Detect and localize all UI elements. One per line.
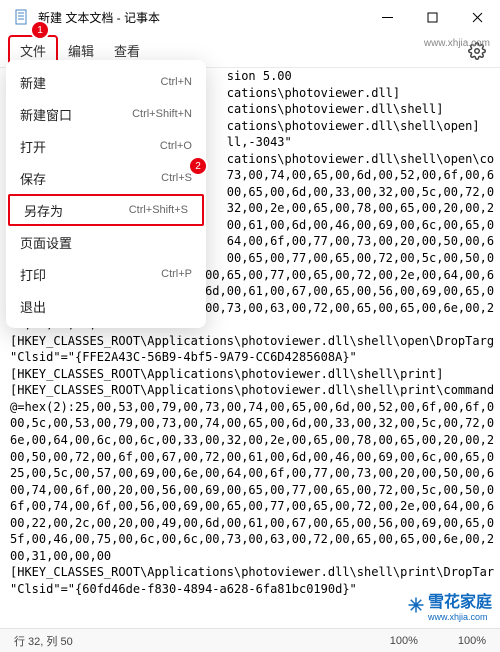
menu-item-shortcut: Ctrl+O xyxy=(160,140,192,152)
menu-item-label: 打开 xyxy=(20,137,46,156)
minimize-button[interactable] xyxy=(365,0,410,34)
app-icon xyxy=(14,9,30,25)
annotation-badge-2: 2 xyxy=(190,158,206,174)
title-bar: 新建 文本文档 - 记事本 xyxy=(0,0,500,34)
menu-item-label: 打印 xyxy=(20,265,46,284)
menu-item-label: 退出 xyxy=(20,297,46,316)
menu-item-shortcut: Ctrl+Shift+N xyxy=(132,108,192,120)
status-bar: 行 32, 列 50 100% 100% xyxy=(0,628,500,652)
menu-item-label: 另存为 xyxy=(24,201,63,220)
menu-item-label: 页面设置 xyxy=(20,233,72,252)
maximize-button[interactable] xyxy=(410,0,455,34)
file-menu-dropdown: 新建 Ctrl+N 新建窗口 Ctrl+Shift+N 打开 Ctrl+O 保存 Ctr… xyxy=(6,60,206,328)
menu-item-new-window[interactable]: 新建窗口 Ctrl+Shift+N xyxy=(6,98,206,130)
menu-item-new[interactable]: 新建 Ctrl+N xyxy=(6,66,206,98)
watermark-name: 雪花家庭 xyxy=(428,588,492,612)
window-title: 新建 文本文档 - 记事本 xyxy=(38,9,365,26)
zoom-level: 100% xyxy=(390,635,418,647)
menu-item-exit[interactable]: 退出 xyxy=(6,290,206,322)
menu-item-print[interactable]: 打印 Ctrl+P xyxy=(6,258,206,290)
snowflake-icon xyxy=(407,596,425,614)
menu-item-label: 新建 xyxy=(20,73,46,92)
menu-item-open[interactable]: 打开 Ctrl+O xyxy=(6,130,206,162)
menu-item-save-as[interactable]: 另存为 Ctrl+Shift+S xyxy=(8,194,204,226)
watermark-url: www.xhjia.com xyxy=(428,612,492,622)
menu-item-shortcut: Ctrl+P xyxy=(161,268,192,280)
menu-item-shortcut: Ctrl+N xyxy=(161,76,192,88)
zoom-level-2: 100% xyxy=(458,635,486,647)
menu-item-save[interactable]: 保存 Ctrl+S xyxy=(6,162,206,194)
cursor-position: 行 32, 列 50 xyxy=(14,633,73,649)
menu-item-shortcut: Ctrl+S xyxy=(161,172,192,184)
watermark: 雪花家庭 www.xhjia.com xyxy=(407,588,492,622)
link-watermark: www.xhjia.com xyxy=(424,38,490,49)
menu-item-page-setup[interactable]: 页面设置 xyxy=(6,226,206,258)
annotation-badge-1: 1 xyxy=(32,22,48,38)
close-button[interactable] xyxy=(455,0,500,34)
menu-item-label: 新建窗口 xyxy=(20,105,72,124)
menu-item-label: 保存 xyxy=(20,169,46,188)
menu-item-shortcut: Ctrl+Shift+S xyxy=(129,204,188,216)
